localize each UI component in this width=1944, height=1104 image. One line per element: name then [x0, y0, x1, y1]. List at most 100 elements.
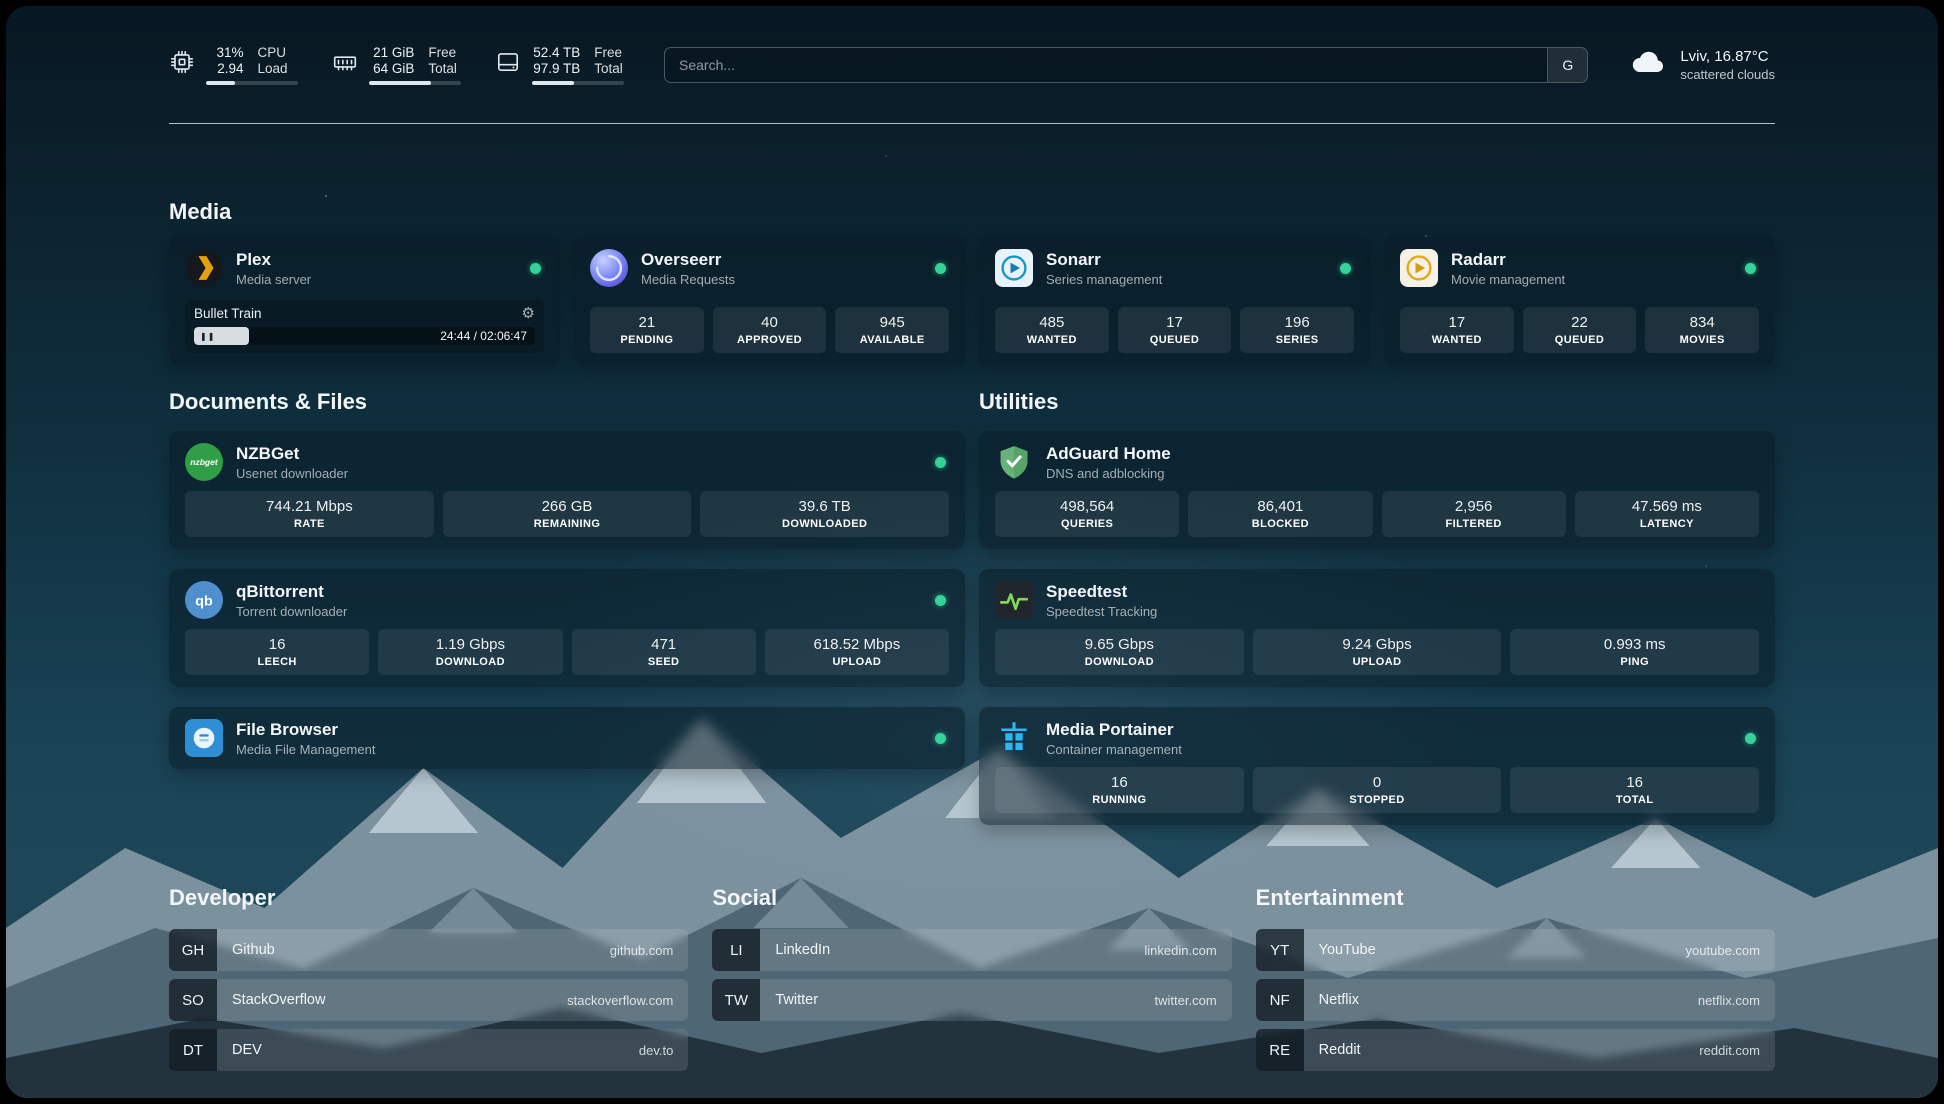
stat-value: 16: [1514, 773, 1755, 792]
stat-label: QUEUED: [1527, 333, 1633, 347]
search-input[interactable]: [665, 48, 1547, 82]
stat-box: 16 RUNNING: [995, 767, 1244, 813]
bookmark-name: Twitter: [760, 979, 1154, 1021]
bookmark-abbr: LI: [712, 929, 760, 971]
disk-free-label: Free: [594, 45, 624, 60]
adguard-stats: 498,564 QUERIES 86,401 BLOCKED 2,956 FIL…: [995, 491, 1759, 537]
bookmark-github[interactable]: GH Github github.com: [169, 929, 688, 971]
service-card-qbittorrent[interactable]: qb qBittorrent Torrent downloader 16 LEE…: [169, 569, 965, 687]
cpu-load-label: Load: [257, 61, 298, 76]
bookmark-url: youtube.com: [1686, 929, 1775, 971]
stat-value: 618.52 Mbps: [769, 635, 945, 654]
nzbget-card-header: nzbget NZBGet Usenet downloader: [185, 443, 949, 481]
section-media: Media Plex Media server: [169, 198, 1775, 365]
service-description: Media Requests: [641, 272, 922, 287]
stat-label: RUNNING: [999, 793, 1240, 807]
stat-label: WANTED: [999, 333, 1105, 347]
service-card-adguard[interactable]: AdGuard Home DNS and adblocking 498,564 …: [979, 431, 1775, 549]
stat-label: LEECH: [189, 655, 365, 669]
bookmark-name: LinkedIn: [760, 929, 1144, 971]
bookmark-abbr: DT: [169, 1029, 217, 1071]
service-name: Sonarr: [1046, 250, 1327, 270]
bookmark-url: netflix.com: [1698, 979, 1775, 1021]
bookmark-netflix[interactable]: NF Netflix netflix.com: [1256, 979, 1775, 1021]
stat-label: PING: [1514, 655, 1755, 669]
bookmark-name: Netflix: [1304, 979, 1698, 1021]
bookmark-url: twitter.com: [1155, 979, 1232, 1021]
service-name: Media Portainer: [1046, 720, 1732, 740]
overseerr-card-header: Overseerr Media Requests: [590, 249, 949, 287]
radarr-stats: 17 WANTED 22 QUEUED 834 MOVIES: [1400, 307, 1759, 353]
service-card-sonarr[interactable]: Sonarr Series management 485 WANTED 17 Q…: [979, 237, 1370, 365]
disk-meter: [532, 81, 624, 85]
bookmark-reddit[interactable]: RE Reddit reddit.com: [1256, 1029, 1775, 1071]
service-name: Speedtest: [1046, 582, 1759, 602]
service-card-nzbget[interactable]: nzbget NZBGet Usenet downloader 744.21 M…: [169, 431, 965, 549]
settings-gear-icon[interactable]: ⚙: [522, 306, 535, 321]
service-card-speedtest[interactable]: Speedtest Speedtest Tracking 9.65 Gbps D…: [979, 569, 1775, 687]
stat-box: 9.65 Gbps DOWNLOAD: [995, 629, 1244, 675]
stat-value: 39.6 TB: [704, 497, 945, 516]
top-bar: 31% CPU 2.94 Load: [169, 6, 1775, 124]
stat-label: MOVIES: [1649, 333, 1755, 347]
stat-box: 266 GB REMAINING: [443, 491, 692, 537]
bookmark-name: Github: [217, 929, 610, 971]
stat-value: 471: [576, 635, 752, 654]
weather-widget: Lviv, 16.87°C scattered clouds: [1628, 42, 1775, 87]
bookmark-url: reddit.com: [1699, 1029, 1775, 1071]
service-description: Torrent downloader: [236, 604, 922, 619]
stat-box: 39.6 TB DOWNLOADED: [700, 491, 949, 537]
stat-label: RATE: [189, 517, 430, 531]
playback-time: 24:44 / 02:06:47: [440, 327, 527, 345]
bookmark-dev[interactable]: DT DEV dev.to: [169, 1029, 688, 1071]
stat-box: 498,564 QUERIES: [995, 491, 1179, 537]
service-name: File Browser: [236, 720, 922, 740]
resource-widgets: 31% CPU 2.94 Load: [169, 45, 624, 85]
stat-value: 498,564: [999, 497, 1175, 516]
bookmark-twitter[interactable]: TW Twitter twitter.com: [712, 979, 1231, 1021]
playback-progress-bar[interactable]: ❚❚ 24:44 / 02:06:47: [194, 327, 535, 345]
stat-label: FILTERED: [1386, 517, 1562, 531]
cpu-percent: 31%: [206, 45, 243, 60]
stat-box: 0.993 ms PING: [1510, 629, 1759, 675]
bookmark-youtube[interactable]: YT YouTube youtube.com: [1256, 929, 1775, 971]
service-description: Movie management: [1451, 272, 1732, 287]
bookmark-stackoverflow[interactable]: SO StackOverflow stackoverflow.com: [169, 979, 688, 1021]
service-card-filebrowser[interactable]: File Browser Media File Management: [169, 707, 965, 769]
stat-label: DOWNLOAD: [999, 655, 1240, 669]
stat-value: 16: [999, 773, 1240, 792]
bookmark-group-entertainment: Entertainment YT YouTube youtube.com NF …: [1256, 884, 1775, 1079]
stat-label: UPLOAD: [1257, 655, 1498, 669]
service-card-portainer[interactable]: Media Portainer Container management 16 …: [979, 707, 1775, 825]
stat-label: AVAILABLE: [839, 333, 945, 347]
bookmark-url: dev.to: [639, 1029, 688, 1071]
radarr-icon: [1400, 249, 1438, 287]
bookmark-abbr: RE: [1256, 1029, 1304, 1071]
service-description: Media server: [236, 272, 517, 287]
stat-box: 834 MOVIES: [1645, 307, 1759, 353]
service-card-overseerr[interactable]: Overseerr Media Requests 21 PENDING 40 A…: [574, 237, 965, 365]
pause-icon[interactable]: ❚❚: [200, 327, 215, 345]
stat-box: 40 APPROVED: [713, 307, 827, 353]
status-dot: [935, 263, 946, 274]
service-card-plex[interactable]: Plex Media server Bullet Train ⚙ ❚❚: [169, 237, 560, 365]
bookmark-name: DEV: [217, 1029, 639, 1071]
sonarr-icon: [995, 249, 1033, 287]
search-provider-button[interactable]: G: [1547, 48, 1587, 82]
stat-value: 16: [189, 635, 365, 654]
stat-box: 9.24 Gbps UPLOAD: [1253, 629, 1502, 675]
section-title-utilities: Utilities: [979, 388, 1775, 415]
stat-label: WANTED: [1404, 333, 1510, 347]
service-name: AdGuard Home: [1046, 444, 1759, 464]
service-card-radarr[interactable]: Radarr Movie management 17 WANTED 22 QUE…: [1384, 237, 1775, 365]
stat-value: 40: [717, 313, 823, 332]
overseerr-icon: [590, 249, 628, 287]
qbittorrent-stats: 16 LEECH 1.19 Gbps DOWNLOAD 471 SEED 6: [185, 629, 949, 675]
stat-value: 86,401: [1192, 497, 1368, 516]
stat-box: 2,956 FILTERED: [1382, 491, 1566, 537]
stat-label: APPROVED: [717, 333, 823, 347]
cpu-meter-fill: [206, 81, 235, 85]
bookmark-linkedin[interactable]: LI LinkedIn linkedin.com: [712, 929, 1231, 971]
stat-value: 0: [1257, 773, 1498, 792]
status-dot: [1340, 263, 1351, 274]
